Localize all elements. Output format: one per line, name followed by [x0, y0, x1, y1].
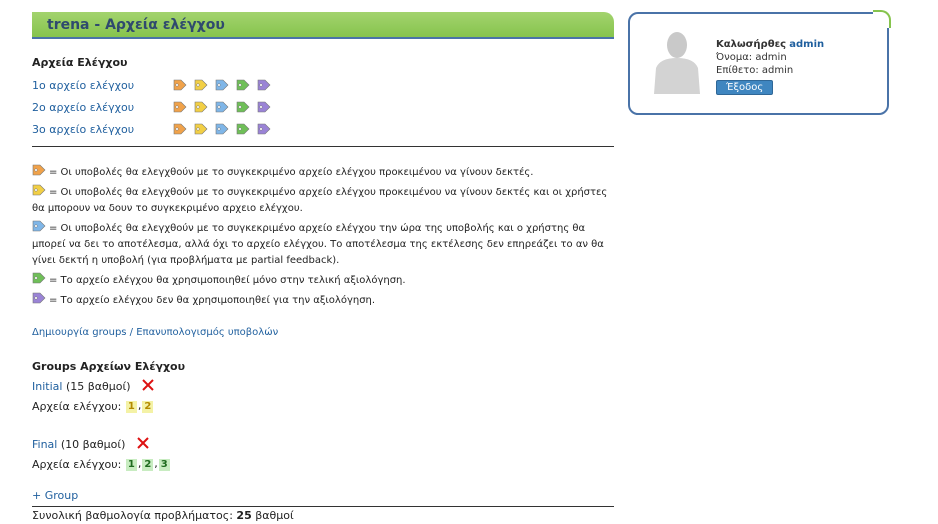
- divider: [32, 146, 614, 147]
- legend-item: = Το αρχείο ελέγχου δεν θα χρησιμοποιηθε…: [32, 291, 614, 309]
- checker-tags: [173, 123, 271, 135]
- tag-purple-icon[interactable]: [257, 79, 271, 91]
- tag-blue-icon[interactable]: [215, 79, 229, 91]
- tag-yellow-icon: [32, 184, 46, 196]
- tag-green-icon[interactable]: [236, 123, 250, 135]
- last-name: Επίθετο: admin: [716, 65, 794, 76]
- greeting: Καλωσήρθες: [716, 39, 787, 50]
- group-checkers-final: Αρχεία ελέγχου: 1,2,3: [32, 455, 614, 473]
- tag-orange-icon[interactable]: [173, 101, 187, 113]
- group-link-initial[interactable]: Initial: [32, 380, 62, 393]
- checkers-heading: Αρχεία Ελέγχου: [32, 56, 128, 69]
- tag-yellow-icon[interactable]: [194, 79, 208, 91]
- corner-accent: [873, 10, 891, 28]
- delete-icon[interactable]: [142, 378, 155, 394]
- checker-link-2[interactable]: 2ο αρχείο ελέγχου: [32, 101, 173, 114]
- total-value: 25: [236, 509, 252, 522]
- group-checkers-initial: Αρχεία ελέγχου: 1,2: [32, 397, 614, 415]
- checker-list: 1ο αρχείο ελέγχου 2ο αρχείο ελέγχου 3ο α…: [32, 74, 614, 140]
- checker-link-3[interactable]: 3ο αρχείο ελέγχου: [32, 123, 173, 136]
- total-score: Συνολική βαθμολογία προβλήματος: 25 βαθμ…: [32, 506, 614, 522]
- tag-purple-icon[interactable]: [257, 101, 271, 113]
- tag-green-icon: [32, 272, 46, 284]
- group-points: (15 βαθμοί): [65, 379, 131, 393]
- first-name: Όνομα: admin: [716, 52, 787, 63]
- legend-icon-slot: [32, 187, 49, 198]
- page-title: trena - Αρχεία ελέγχου: [32, 12, 614, 39]
- checker-chip[interactable]: 2: [142, 401, 154, 413]
- group-row-final: Final (10 βαθμοί): [32, 435, 614, 453]
- checker-tags: [173, 101, 271, 113]
- tag-blue-icon: [32, 220, 46, 232]
- username-link[interactable]: admin: [789, 39, 824, 50]
- tag-blue-icon[interactable]: [215, 123, 229, 135]
- legend-icon-slot: [32, 167, 49, 178]
- group-checkers-chips: 1,2,3: [125, 457, 170, 471]
- tag-green-icon[interactable]: [236, 101, 250, 113]
- add-group-link[interactable]: + Group: [32, 489, 614, 502]
- tag-blue-icon[interactable]: [215, 101, 229, 113]
- group-checkers-label: Αρχεία ελέγχου:: [32, 457, 122, 471]
- legend-text: = Οι υποβολές θα ελεγχθούν με το συγκεκρ…: [49, 167, 534, 178]
- tag-green-icon[interactable]: [236, 79, 250, 91]
- groups-heading: Groups Αρχείων Ελέγχου: [32, 360, 186, 373]
- legend-item: = Οι υποβολές θα ελεγχθούν με το συγκεκρ…: [32, 219, 614, 269]
- legend: = Οι υποβολές θα ελεγχθούν με το συγκεκρ…: [32, 163, 614, 309]
- checker-row: 1ο αρχείο ελέγχου: [32, 74, 614, 96]
- legend-text: = Το αρχείο ελέγχου θα χρησιμοποιηθεί μό…: [49, 275, 406, 286]
- tag-purple-icon: [32, 292, 46, 304]
- tag-orange-icon[interactable]: [173, 123, 187, 135]
- user-box: Καλωσήρθες admin Όνομα: admin Επίθετο: a…: [628, 10, 891, 115]
- group-checkers-chips: 1,2: [125, 399, 154, 413]
- legend-text: = Οι υποβολές θα ελεγχθούν με το συγκεκρ…: [32, 223, 604, 266]
- group-points: (10 βαθμοί): [60, 437, 126, 451]
- legend-text: = Οι υποβολές θα ελεγχθούν με το συγκεκρ…: [32, 187, 608, 214]
- legend-icon-slot: [32, 295, 49, 306]
- tag-orange-icon[interactable]: [173, 79, 187, 91]
- checker-chip[interactable]: 3: [158, 459, 170, 471]
- checker-chip[interactable]: 2: [142, 459, 154, 471]
- avatar: [650, 30, 704, 94]
- legend-item: = Οι υποβολές θα ελεγχθούν με το συγκεκρ…: [32, 163, 614, 181]
- total-label: Συνολική βαθμολογία προβλήματος:: [32, 509, 233, 522]
- checker-tags: [173, 79, 271, 91]
- legend-item: = Το αρχείο ελέγχου θα χρησιμοποιηθεί μό…: [32, 271, 614, 289]
- checker-link-1[interactable]: 1ο αρχείο ελέγχου: [32, 79, 173, 92]
- delete-icon[interactable]: [137, 436, 150, 452]
- tag-orange-icon: [32, 164, 46, 176]
- checker-row: 2ο αρχείο ελέγχου: [32, 96, 614, 118]
- tag-yellow-icon[interactable]: [194, 123, 208, 135]
- legend-icon-slot: [32, 223, 49, 234]
- legend-icon-slot: [32, 275, 49, 286]
- group-checkers-label: Αρχεία ελέγχου:: [32, 399, 122, 413]
- total-unit: βαθμοί: [255, 509, 294, 522]
- checker-chip[interactable]: 1: [125, 459, 137, 471]
- tag-purple-icon[interactable]: [257, 123, 271, 135]
- main-panel: trena - Αρχεία ελέγχου Αρχεία Ελέγχου 1ο…: [32, 12, 614, 522]
- tag-yellow-icon[interactable]: [194, 101, 208, 113]
- logout-button[interactable]: Έξοδος: [716, 80, 774, 95]
- user-info: Καλωσήρθες admin Όνομα: admin Επίθετο: a…: [716, 38, 824, 95]
- create-groups-link[interactable]: Δημιουργία groups / Επανυπολογισμός υποβ…: [32, 327, 614, 338]
- checker-chip[interactable]: 1: [125, 401, 137, 413]
- legend-text: = Το αρχείο ελέγχου δεν θα χρησιμοποιηθε…: [49, 295, 376, 306]
- checker-row: 3ο αρχείο ελέγχου: [32, 118, 614, 140]
- legend-item: = Οι υποβολές θα ελεγχθούν με το συγκεκρ…: [32, 183, 614, 217]
- group-link-final[interactable]: Final: [32, 438, 57, 451]
- group-row-initial: Initial (15 βαθμοί): [32, 377, 614, 395]
